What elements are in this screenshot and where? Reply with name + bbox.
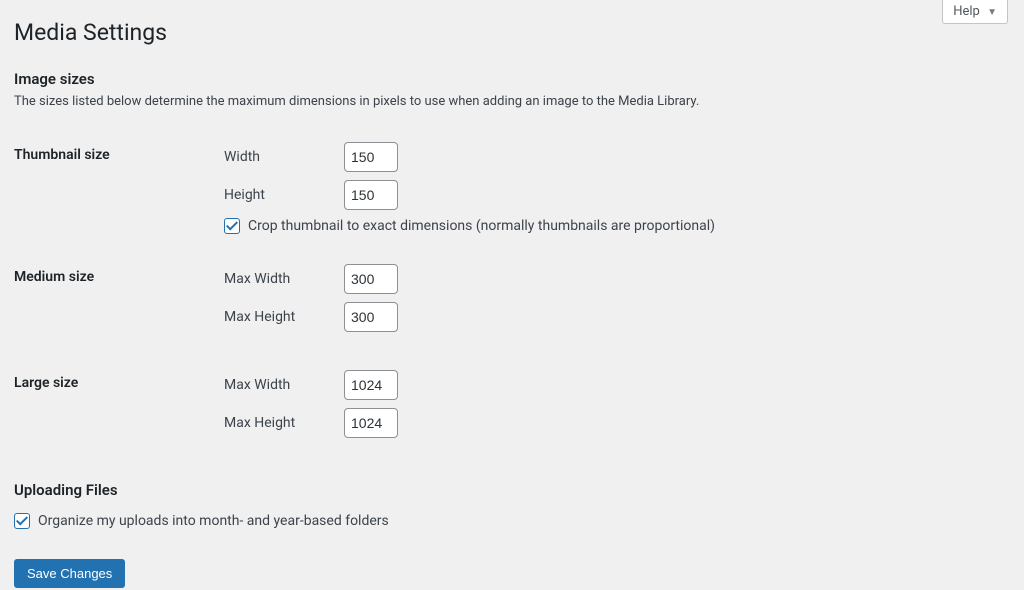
medium-max-height-label: Max Height [224,309,344,325]
organize-uploads-checkbox[interactable] [14,513,30,529]
uploading-files-heading: Uploading Files [14,481,1004,499]
thumbnail-width-label: Width [224,149,344,165]
thumbnail-crop-checkbox[interactable] [224,218,240,234]
thumbnail-width-input[interactable] [344,142,398,172]
organize-uploads-label: Organize my uploads into month- and year… [38,513,389,529]
large-max-width-label: Max Width [224,377,344,393]
medium-size-label: Medium size [14,249,214,355]
thumbnail-crop-label: Crop thumbnail to exact dimensions (norm… [248,218,715,234]
thumbnail-height-label: Height [224,187,344,203]
large-max-width-input[interactable] [344,370,398,400]
thumbnail-size-label: Thumbnail size [14,127,214,249]
thumbnail-height-input[interactable] [344,180,398,210]
help-tab[interactable]: Help ▼ [942,0,1008,24]
image-sizes-description: The sizes listed below determine the max… [14,94,1004,109]
medium-max-width-input[interactable] [344,264,398,294]
save-changes-button[interactable]: Save Changes [14,559,125,588]
image-sizes-heading: Image sizes [14,70,1004,88]
large-size-label: Large size [14,355,214,461]
large-max-height-input[interactable] [344,408,398,438]
help-label: Help [953,4,980,19]
large-max-height-label: Max Height [224,415,344,431]
chevron-down-icon: ▼ [987,7,997,18]
medium-max-height-input[interactable] [344,302,398,332]
page-title: Media Settings [14,10,1004,50]
medium-max-width-label: Max Width [224,271,344,287]
